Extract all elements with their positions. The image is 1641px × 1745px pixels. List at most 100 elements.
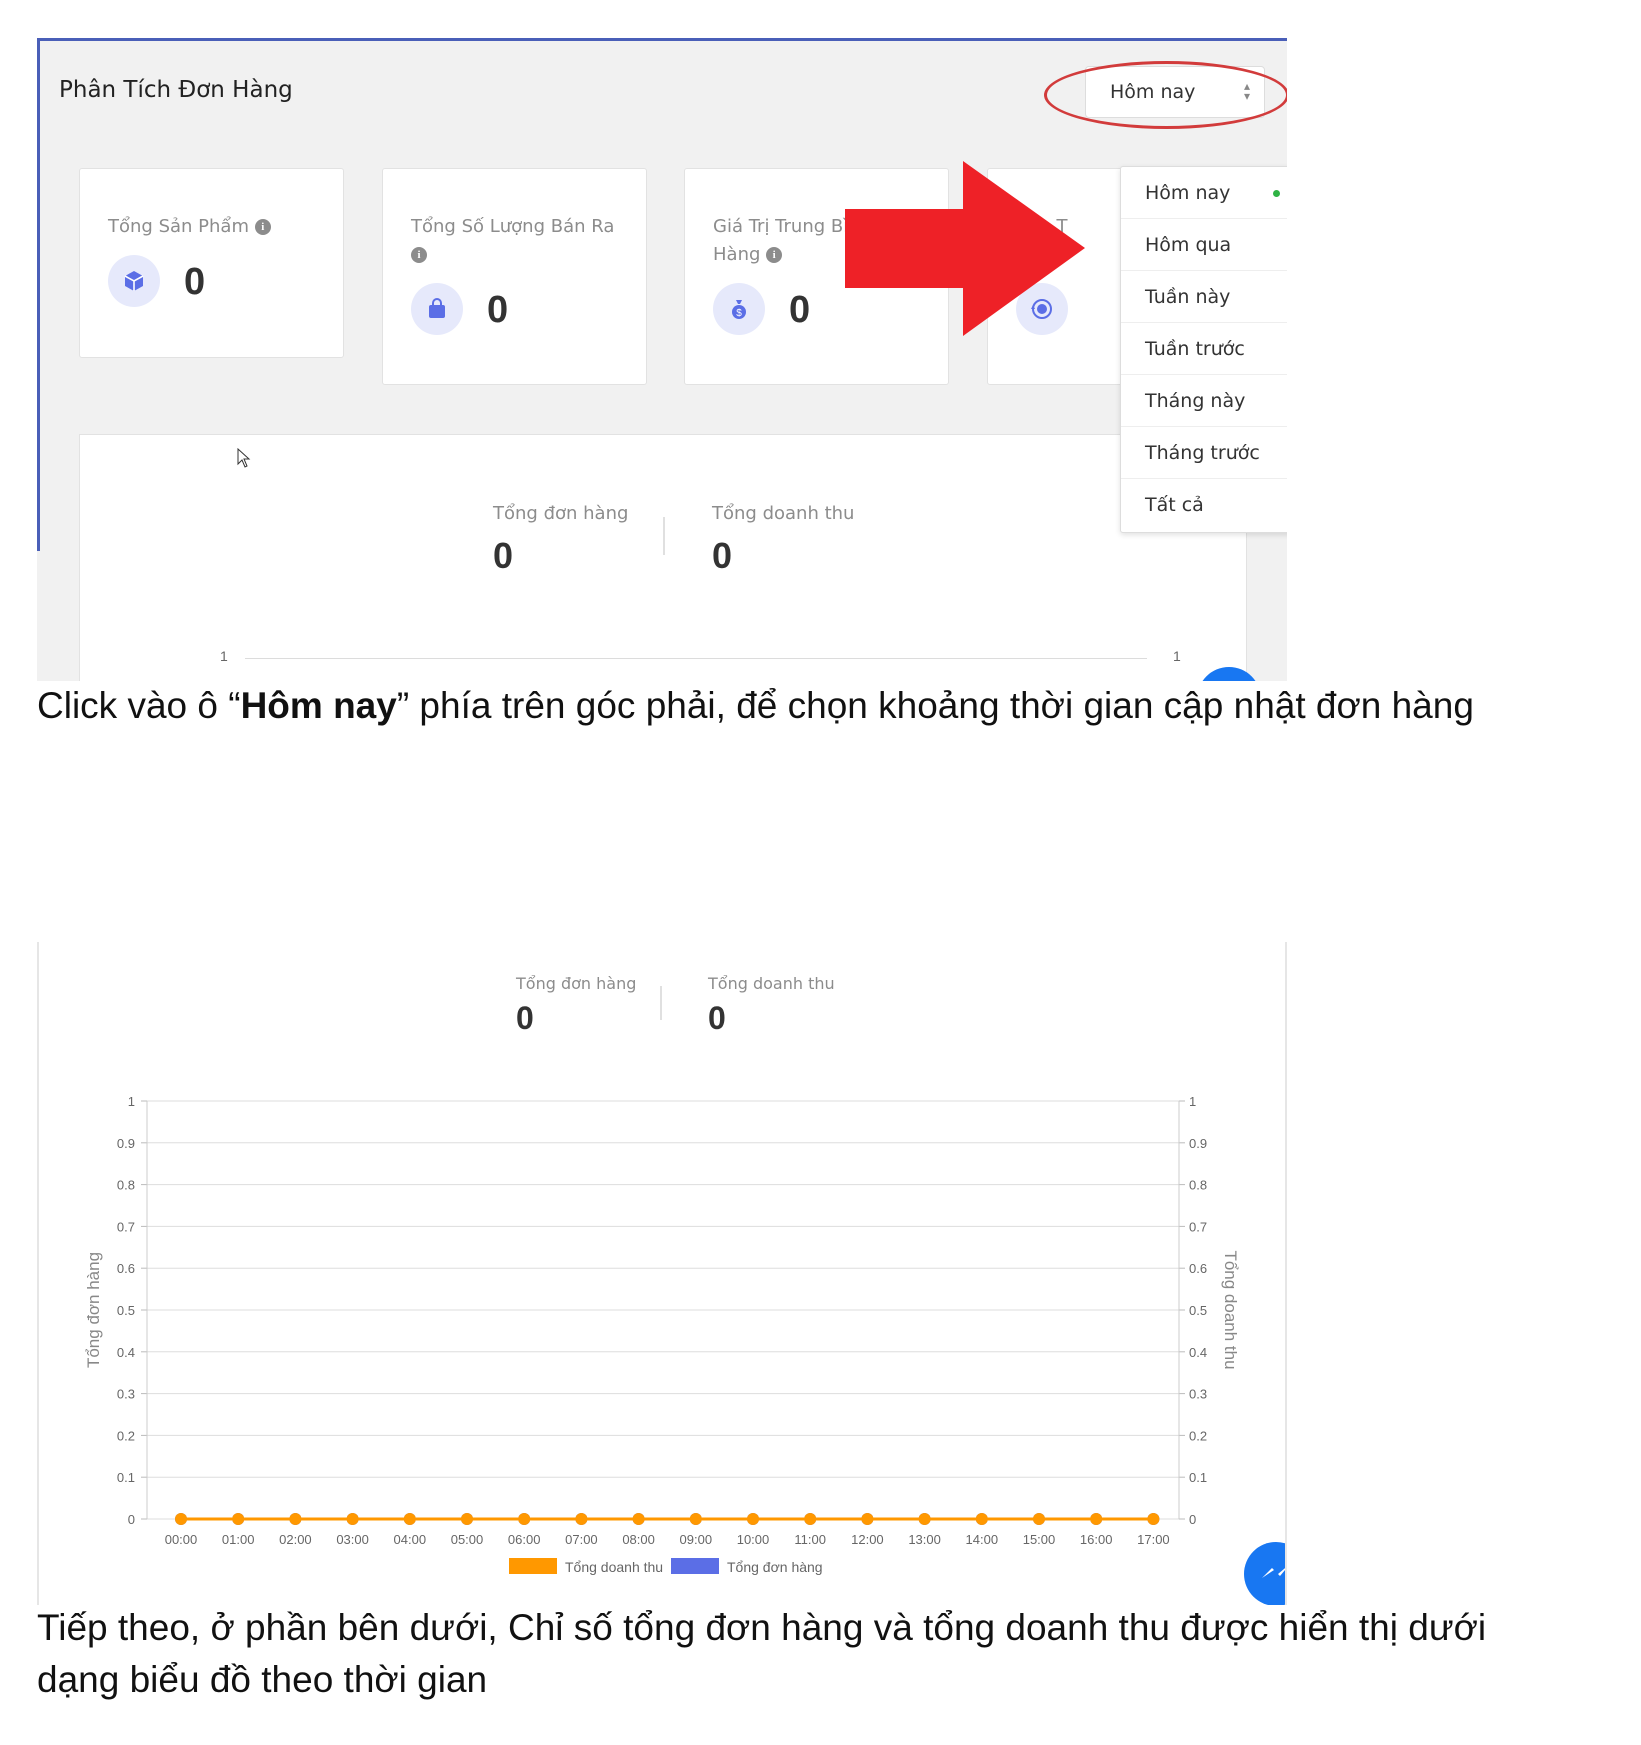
gridline xyxy=(245,658,1147,659)
stat-label: Giá Trị Trung Bì Hàng i xyxy=(713,216,849,265)
caption-bottom: Tiếp theo, ở phần bên dưới, Chỉ số tổng … xyxy=(37,1607,1487,1700)
y-tick-right: 1 xyxy=(1173,648,1181,664)
x-tick-label: 09:00 xyxy=(680,1532,713,1547)
panel-title: Phân Tích Đơn Hàng xyxy=(59,77,293,103)
info-icon[interactable]: i xyxy=(766,247,783,263)
data-point xyxy=(747,1513,759,1525)
y-tick-label-left: 0.4 xyxy=(117,1345,135,1360)
y-tick-label-right: 0.7 xyxy=(1189,1219,1207,1234)
data-point xyxy=(232,1513,245,1525)
x-tick-label: 14:00 xyxy=(966,1532,999,1547)
stat-label: Tổng Sản Phẩm i xyxy=(108,213,271,241)
dropdown-item-today[interactable]: Hôm nay xyxy=(1121,167,1287,219)
caption-top: Click vào ô “Hôm nay” phía trên góc phải… xyxy=(37,685,1474,726)
caption-bold: Hôm nay xyxy=(240,685,397,726)
y-tick-label-right: 0 xyxy=(1189,1512,1196,1527)
legend-swatch xyxy=(671,1558,719,1574)
stat-value: 0 xyxy=(487,289,509,331)
data-point xyxy=(403,1513,416,1525)
y-tick-label-right: 0.8 xyxy=(1189,1178,1207,1193)
data-point xyxy=(289,1513,302,1525)
x-tick-label: 17:00 xyxy=(1137,1532,1170,1547)
y-tick-label-left: 0.7 xyxy=(117,1219,135,1234)
y-tick-label-right: 0.5 xyxy=(1189,1303,1207,1318)
x-tick-label: 16:00 xyxy=(1080,1532,1113,1547)
data-point xyxy=(804,1513,817,1525)
chart-screenshot: Tổng đơn hàng 0 Tổng doanh thu 0 0 0 0.1 0.… xyxy=(37,942,1287,1605)
y-tick-label-right: 0.9 xyxy=(1189,1136,1207,1151)
period-dropdown-menu: Hôm nay Hôm qua Tuần này Tuần trước Thán… xyxy=(1120,166,1287,533)
dropdown-item-this-week[interactable]: Tuần này xyxy=(1121,271,1287,323)
dropdown-item-yesterday[interactable]: Hôm qua xyxy=(1121,219,1287,271)
dropdown-item-this-month[interactable]: Tháng này xyxy=(1121,375,1287,427)
legend-label: Tổng đơn hàng xyxy=(727,1559,823,1575)
x-tick-label: 08:00 xyxy=(622,1532,655,1547)
data-point xyxy=(1033,1513,1045,1525)
order-analysis-screenshot: Phân Tích Đơn Hàng Hôm nay ▴ ▾ Tổng Sản P… xyxy=(37,38,1287,681)
y-tick-label-right: 0.1 xyxy=(1189,1470,1207,1485)
y-tick-label-left: 0.1 xyxy=(117,1470,135,1485)
x-tick-label: 11:00 xyxy=(794,1532,826,1547)
stat-card-total-products: Tổng Sản Phẩm i 0 xyxy=(79,168,344,358)
selected-dot-icon xyxy=(1273,190,1280,197)
y-tick-left: 1 xyxy=(220,648,228,664)
mouse-cursor-icon xyxy=(237,448,251,468)
orders-revenue-chart: 0 0 0.1 0.1 0.2 0.2 0.3 0.3 0.4 0.4 0.5 0.5 0.6 0.6 0.… xyxy=(84,1094,1240,1575)
dropdown-item-last-week[interactable]: Tuần trước xyxy=(1121,323,1287,375)
legend-label: Tổng doanh thu xyxy=(565,1559,663,1575)
x-tick-label: 02:00 xyxy=(279,1532,312,1547)
data-point xyxy=(518,1513,531,1525)
accent-left-border xyxy=(37,38,40,551)
x-tick-label: 03:00 xyxy=(336,1532,369,1547)
data-point xyxy=(1090,1513,1103,1525)
y-axis-title-left: Tổng đơn hàng xyxy=(84,1252,103,1368)
orders-value: 0 xyxy=(493,535,514,576)
stat-value: 0 xyxy=(789,289,811,331)
x-tick-label: 10:00 xyxy=(737,1532,770,1547)
y-tick-label-left: 1 xyxy=(128,1094,135,1109)
info-icon[interactable]: i xyxy=(411,247,427,263)
red-arrow-icon xyxy=(845,161,1085,336)
y-tick-label-right: 1 xyxy=(1189,1094,1196,1109)
orders-label: Tổng đơn hàng xyxy=(493,503,629,524)
y-tick-label-left: 0.3 xyxy=(117,1387,135,1402)
data-point xyxy=(575,1513,588,1525)
x-tick-label: 01:00 xyxy=(222,1532,255,1547)
x-tick-label: 15:00 xyxy=(1023,1532,1056,1547)
stat-label: Tổng Số Lượng Bán Ra i xyxy=(411,216,615,263)
info-icon[interactable]: i xyxy=(254,219,271,235)
y-tick-label-right: 0.2 xyxy=(1189,1428,1207,1443)
stat-value: 0 xyxy=(184,261,206,303)
x-tick-label: 05:00 xyxy=(451,1532,484,1547)
revenue-label: Tổng doanh thu xyxy=(712,503,855,524)
y-tick-label-left: 0.8 xyxy=(117,1178,135,1193)
money-bag-icon: $ xyxy=(713,283,765,335)
svg-text:$: $ xyxy=(736,308,742,319)
shopping-bag-icon xyxy=(411,283,463,335)
y-tick-label-right: 0.4 xyxy=(1189,1345,1207,1360)
dropdown-item-all[interactable]: Tất cả xyxy=(1121,479,1287,531)
legend-swatch xyxy=(509,1558,557,1574)
box-icon xyxy=(108,255,160,307)
x-tick-label: 00:00 xyxy=(165,1532,198,1547)
data-point xyxy=(1147,1513,1160,1525)
x-tick-label: 12:00 xyxy=(851,1532,884,1547)
data-point xyxy=(689,1513,702,1525)
data-point xyxy=(632,1513,645,1525)
data-point xyxy=(175,1513,187,1525)
summary-chart-card: Tổng đơn hàng 0 Tổng doanh thu 0 1 1 xyxy=(79,434,1247,681)
messenger-icon[interactable] xyxy=(1244,1542,1285,1605)
data-point xyxy=(461,1513,473,1525)
x-tick-label: 13:00 xyxy=(908,1532,941,1547)
x-tick-label: 07:00 xyxy=(565,1532,598,1547)
y-tick-label-left: 0.6 xyxy=(117,1261,135,1276)
data-point xyxy=(861,1513,874,1525)
x-tick-label: 04:00 xyxy=(394,1532,427,1547)
y-tick-label-left: 0.5 xyxy=(117,1303,135,1318)
dropdown-item-last-month[interactable]: Tháng trước xyxy=(1121,427,1287,479)
summary-divider xyxy=(663,517,665,555)
data-point xyxy=(346,1513,359,1525)
y-tick-label-left: 0.2 xyxy=(117,1428,135,1443)
stat-card-quantity-sold: Tổng Số Lượng Bán Ra i 0 xyxy=(382,168,647,385)
x-tick-label: 06:00 xyxy=(508,1532,541,1547)
